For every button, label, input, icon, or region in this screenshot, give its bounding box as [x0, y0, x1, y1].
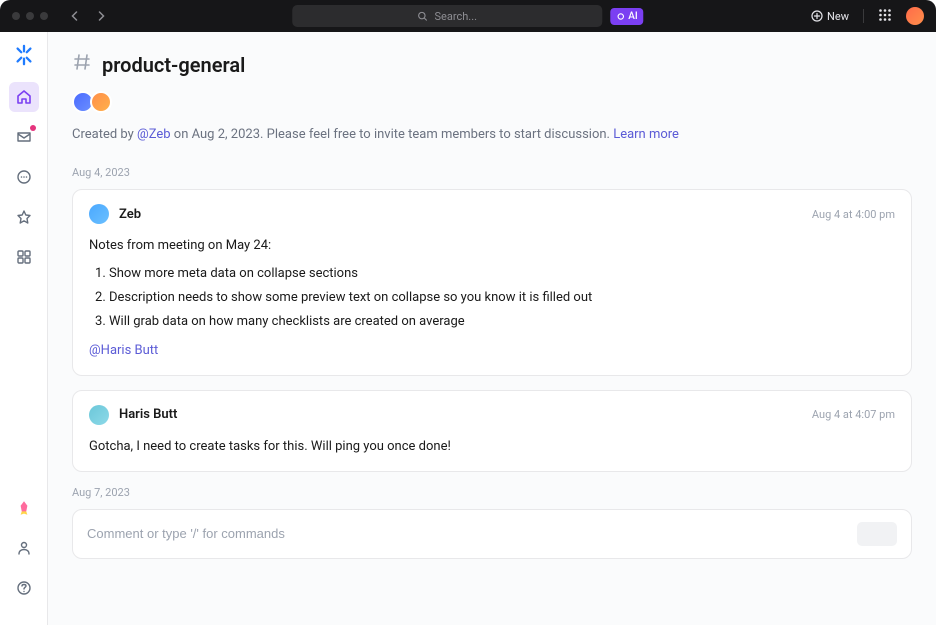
date-divider: Aug 4, 2023: [72, 166, 912, 179]
divider: [863, 9, 864, 23]
sidebar-help[interactable]: [9, 573, 39, 603]
message-timestamp: Aug 4 at 4:00 pm: [812, 208, 895, 221]
channel-created-info: Created by @Zeb on Aug 2, 2023. Please f…: [72, 127, 912, 142]
date-divider: Aug 7, 2023: [72, 486, 912, 499]
new-button[interactable]: New: [811, 10, 849, 23]
member-avatar: [90, 91, 112, 113]
message-body: Gotcha, I need to create tasks for this.…: [89, 437, 895, 457]
app-logo[interactable]: [13, 44, 35, 66]
sidebar-favorites[interactable]: [9, 202, 39, 232]
sidebar-upgrade[interactable]: [9, 493, 39, 523]
sparkle-icon: [616, 12, 625, 21]
new-label: New: [827, 10, 849, 23]
help-icon: [16, 580, 32, 596]
message-card: Zeb Aug 4 at 4:00 pm Notes from meeting …: [72, 189, 912, 376]
composer-input[interactable]: [87, 526, 847, 541]
message-body: Notes from meeting on May 24: Show more …: [89, 236, 895, 361]
sidebar: [0, 32, 48, 625]
ai-label: AI: [628, 11, 637, 22]
send-button[interactable]: [857, 522, 897, 546]
message-author: Haris Butt: [119, 407, 177, 422]
grid-icon: [878, 8, 892, 22]
search-icon: [418, 11, 429, 22]
message-card: Haris Butt Aug 4 at 4:07 pm Gotcha, I ne…: [72, 390, 912, 472]
composer: [72, 509, 912, 559]
sidebar-people[interactable]: [9, 533, 39, 563]
created-prefix: Created by: [72, 127, 137, 142]
apps-grid-button[interactable]: [878, 7, 892, 26]
star-icon: [16, 209, 32, 225]
home-icon: [16, 89, 32, 105]
list-item: Show more meta data on collapse sections: [109, 264, 895, 284]
nav-back-button[interactable]: [68, 9, 82, 23]
topbar: Search... AI New: [0, 0, 936, 32]
inbox-icon: [16, 129, 32, 145]
created-middle: on Aug 2, 2023. Please feel free to invi…: [171, 127, 614, 142]
logo-icon: [13, 44, 35, 66]
more-icon: [16, 169, 32, 185]
member-avatars[interactable]: [72, 91, 912, 113]
learn-more-link[interactable]: Learn more: [613, 127, 679, 142]
message-author: Zeb: [119, 207, 141, 222]
sidebar-more[interactable]: [9, 162, 39, 192]
close-window[interactable]: [12, 12, 20, 20]
sidebar-dashboards[interactable]: [9, 242, 39, 272]
message-timestamp: Aug 4 at 4:07 pm: [812, 408, 895, 421]
hash-icon: [72, 52, 92, 77]
nav-forward-button[interactable]: [94, 9, 108, 23]
sidebar-inbox[interactable]: [9, 122, 39, 152]
plus-circle-icon: [811, 10, 823, 22]
window-controls: [12, 12, 48, 20]
notification-dot: [30, 125, 36, 131]
person-icon: [16, 540, 32, 556]
rocket-icon: [15, 499, 33, 517]
maximize-window[interactable]: [40, 12, 48, 20]
list-item: Will grab data on how many checklists ar…: [109, 312, 895, 332]
user-avatar[interactable]: [906, 7, 924, 25]
ai-button[interactable]: AI: [610, 8, 643, 25]
user-mention[interactable]: @Haris Butt: [89, 343, 158, 358]
minimize-window[interactable]: [26, 12, 34, 20]
search-input[interactable]: Search...: [292, 5, 602, 27]
content-area: product-general Created by @Zeb on Aug 2…: [48, 32, 936, 625]
list-item: Description needs to show some preview t…: [109, 288, 895, 308]
sidebar-home[interactable]: [9, 82, 39, 112]
message-intro: Notes from meeting on May 24:: [89, 236, 895, 256]
dashboard-icon: [16, 249, 32, 265]
message-avatar[interactable]: [89, 405, 109, 425]
channel-name: product-general: [102, 53, 245, 77]
message-avatar[interactable]: [89, 204, 109, 224]
channel-header: product-general: [72, 52, 912, 77]
creator-mention[interactable]: @Zeb: [137, 127, 171, 142]
search-placeholder: Search...: [435, 10, 478, 23]
